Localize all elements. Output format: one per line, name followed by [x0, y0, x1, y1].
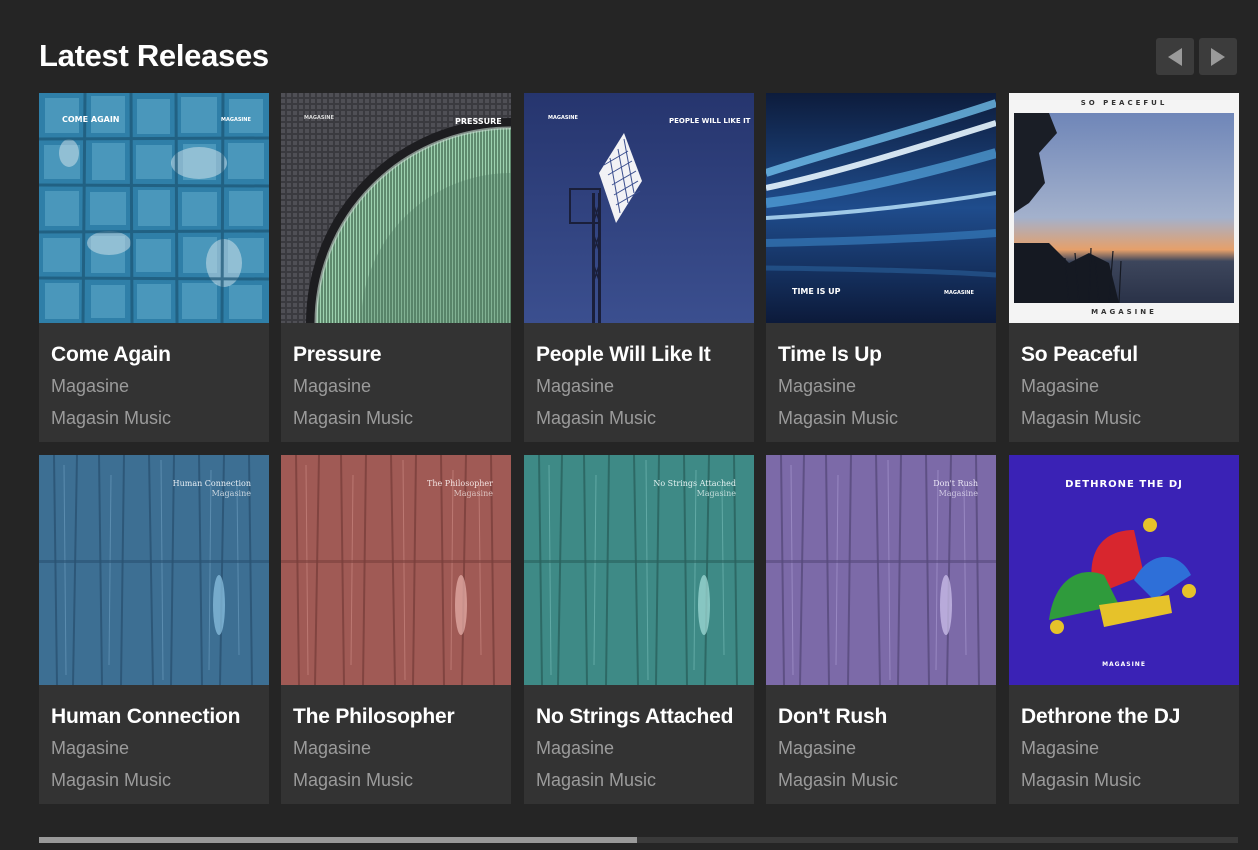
release-card[interactable]: COME AGAIN MAGASINE Come Again Magasine … [39, 93, 269, 442]
release-artist[interactable]: Magasine [536, 738, 614, 759]
release-artist[interactable]: Magasine [293, 738, 371, 759]
release-title[interactable]: Pressure [293, 343, 381, 367]
cover-text: Magasine [211, 489, 251, 498]
release-card[interactable]: Don't Rush Magasine Don't Rush Magasine … [766, 455, 996, 804]
release-label[interactable]: Magasin Music [293, 408, 413, 429]
album-cover[interactable]: SO PEACEFUL MAGASINE [1009, 93, 1239, 323]
cover-text: No Strings Attached [653, 479, 736, 488]
cover-text: MAGASINE [1091, 308, 1157, 316]
release-label[interactable]: Magasin Music [536, 770, 656, 791]
release-label[interactable]: Magasin Music [1021, 770, 1141, 791]
release-artist[interactable]: Magasine [1021, 738, 1099, 759]
cover-text: Magasine [453, 489, 493, 498]
release-title[interactable]: Dethrone the DJ [1021, 705, 1180, 729]
release-label[interactable]: Magasin Music [1021, 408, 1141, 429]
release-label[interactable]: Magasin Music [293, 770, 413, 791]
cover-text: MAGASINE [1102, 661, 1146, 668]
release-artist[interactable]: Magasine [778, 376, 856, 397]
cover-text: Don't Rush [933, 479, 978, 488]
release-title[interactable]: Time Is Up [778, 343, 882, 367]
album-cover[interactable]: Don't Rush Magasine [766, 455, 996, 685]
cover-text: COME AGAIN [62, 115, 120, 124]
release-label[interactable]: Magasin Music [51, 770, 171, 791]
release-card[interactable]: MAGASINE PRESSURE Pressure Magasine Maga… [281, 93, 511, 442]
triangle-left-icon [1168, 47, 1182, 66]
release-card[interactable]: The Philosopher Magasine The Philosopher… [281, 455, 511, 804]
release-artist[interactable]: Magasine [293, 376, 371, 397]
release-title[interactable]: Don't Rush [778, 705, 887, 729]
release-label[interactable]: Magasin Music [778, 408, 898, 429]
album-cover[interactable]: MAGASINE PEOPLE WILL LIKE IT [524, 93, 754, 323]
cover-text: Human Connection [172, 479, 251, 488]
scrollbar-thumb[interactable] [39, 837, 637, 843]
cover-text: SO PEACEFUL [1080, 99, 1168, 107]
release-card[interactable]: Human Connection Magasine Human Connecti… [39, 455, 269, 804]
album-cover[interactable]: COME AGAIN MAGASINE [39, 93, 269, 323]
release-card[interactable]: SO PEACEFUL MAGASINE So Peaceful Magasin… [1009, 93, 1239, 442]
triangle-right-icon [1211, 47, 1225, 66]
cover-text: Magasine [696, 489, 736, 498]
release-title[interactable]: No Strings Attached [536, 705, 733, 729]
release-title[interactable]: So Peaceful [1021, 343, 1138, 367]
cover-text: MAGASINE [944, 290, 974, 296]
release-card[interactable]: No Strings Attached Magasine No Strings … [524, 455, 754, 804]
album-cover[interactable]: MAGASINE PRESSURE [281, 93, 511, 323]
release-label[interactable]: Magasin Music [51, 408, 171, 429]
release-title[interactable]: The Philosopher [293, 705, 455, 729]
album-cover[interactable]: No Strings Attached Magasine [524, 455, 754, 685]
cover-text: DETHRONE THE DJ [1065, 479, 1183, 490]
cover-text: MAGASINE [221, 117, 251, 123]
release-card[interactable]: MAGASINE PEOPLE WILL LIKE IT People Will… [524, 93, 754, 442]
cover-text: Magasine [938, 489, 978, 498]
release-title[interactable]: Come Again [51, 343, 171, 367]
page-title: Latest Releases [39, 38, 269, 73]
album-cover[interactable]: Human Connection Magasine [39, 455, 269, 685]
cover-text: PEOPLE WILL LIKE IT [669, 117, 751, 125]
release-title[interactable]: Human Connection [51, 705, 240, 729]
carousel-next-button[interactable] [1199, 38, 1237, 75]
release-label[interactable]: Magasin Music [536, 408, 656, 429]
release-title[interactable]: People Will Like It [536, 343, 711, 367]
album-cover[interactable]: TIME IS UP MAGASINE [766, 93, 996, 323]
release-artist[interactable]: Magasine [536, 376, 614, 397]
cover-text: TIME IS UP [792, 287, 841, 296]
cover-text: MAGASINE [548, 115, 578, 121]
release-artist[interactable]: Magasine [51, 376, 129, 397]
release-label[interactable]: Magasin Music [778, 770, 898, 791]
album-cover[interactable]: DETHRONE THE DJ MAGASINE [1009, 455, 1239, 685]
release-card[interactable]: DETHRONE THE DJ MAGASINE Dethrone the DJ… [1009, 455, 1239, 804]
release-artist[interactable]: Magasine [1021, 376, 1099, 397]
album-cover[interactable]: The Philosopher Magasine [281, 455, 511, 685]
cover-text: PRESSURE [455, 117, 502, 126]
release-card[interactable]: TIME IS UP MAGASINE Time Is Up Magasine … [766, 93, 996, 442]
cover-text: MAGASINE [304, 115, 334, 121]
cover-text: The Philosopher [427, 479, 493, 488]
carousel-scrollbar[interactable] [39, 837, 1238, 843]
release-artist[interactable]: Magasine [778, 738, 856, 759]
release-artist[interactable]: Magasine [51, 738, 129, 759]
carousel-prev-button[interactable] [1156, 38, 1194, 75]
